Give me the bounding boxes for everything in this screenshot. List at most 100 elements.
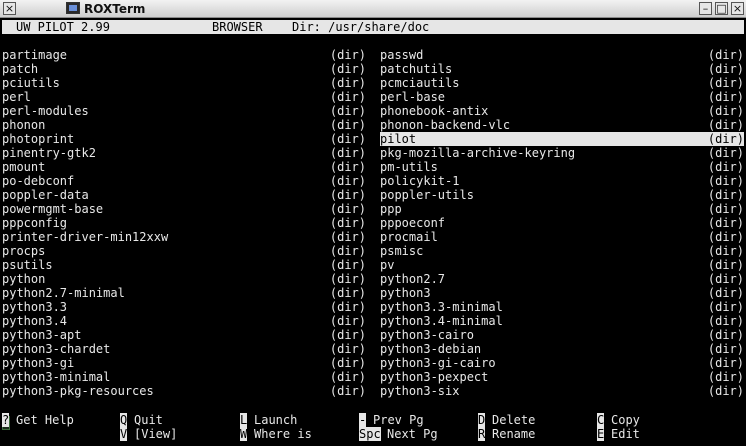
close-icon[interactable]: × [3, 2, 16, 15]
file-list-item[interactable]: po-debconf (dir) [2, 174, 366, 188]
terminal-screen[interactable]: UW PILOT 2.99 BROWSER Dir: /usr/share/do… [0, 18, 746, 446]
file-name: pciutils [2, 76, 60, 90]
file-list-item[interactable]: patchutils (dir) [380, 62, 744, 76]
file-name: partimage [2, 48, 68, 62]
file-list-item[interactable]: phonebook-antix (dir) [380, 104, 744, 118]
command-label: Edit [611, 427, 640, 441]
file-list-item[interactable]: python (dir) [2, 272, 366, 286]
file-type: (dir) [329, 370, 366, 384]
file-list-item[interactable]: python3.3 (dir) [2, 300, 366, 314]
file-list-item[interactable]: python3-minimal (dir) [2, 370, 366, 384]
file-list-item[interactable]: python3 (dir) [380, 286, 744, 300]
file-type: (dir) [707, 174, 744, 188]
file-name: pilot [380, 132, 417, 146]
file-type: (dir) [329, 62, 366, 76]
file-list-item[interactable]: python2.7 (dir) [380, 272, 744, 286]
mode-label: BROWSER [212, 20, 263, 34]
file-list-item[interactable]: python3-apt (dir) [2, 328, 366, 342]
file-type: (dir) [707, 258, 744, 272]
file-type: (dir) [329, 328, 366, 342]
file-list-item[interactable]: partimage (dir) [2, 48, 366, 62]
file-list-item[interactable]: pppoeconf (dir) [380, 216, 744, 230]
file-name: passwd [380, 48, 424, 62]
file-list-item[interactable]: python3-gi (dir) [2, 356, 366, 370]
window-title: ROXTerm [84, 2, 146, 16]
file-list-item[interactable]: pciutils (dir) [2, 76, 366, 90]
file-type: (dir) [707, 76, 744, 90]
file-list-item[interactable]: perl-modules (dir) [2, 104, 366, 118]
file-list-item[interactable]: photoprint (dir) [2, 132, 366, 146]
file-type: (dir) [707, 216, 744, 230]
pilot-status-bar: UW PILOT 2.99 BROWSER Dir: /usr/share/do… [2, 20, 744, 34]
file-list-item[interactable]: pmount (dir) [2, 160, 366, 174]
file-name: phonon [2, 118, 46, 132]
file-list-item[interactable]: python3-chardet (dir) [2, 342, 366, 356]
file-type: (dir) [329, 384, 366, 398]
file-list-item[interactable]: perl (dir) [2, 90, 366, 104]
command-label: [View] [134, 427, 178, 441]
file-type: (dir) [329, 300, 366, 314]
file-type: (dir) [329, 146, 366, 160]
file-name: python3-pkg-resources [2, 384, 154, 398]
file-list-item[interactable]: pv (dir) [380, 258, 744, 272]
file-name: patch [2, 62, 39, 76]
file-list-item[interactable]: python3-six (dir) [380, 384, 744, 398]
file-list-item[interactable]: powermgmt-base (dir) [2, 202, 366, 216]
file-list-item[interactable]: phonon (dir) [2, 118, 366, 132]
file-list-item[interactable]: procmail (dir) [380, 230, 744, 244]
file-type: (dir) [329, 244, 366, 258]
file-type: (dir) [329, 48, 366, 62]
file-list-item[interactable]: python3-pkg-resources (dir) [2, 384, 366, 398]
file-name: printer-driver-min12xxw [2, 230, 169, 244]
file-type: (dir) [707, 314, 744, 328]
command-label: Delete [492, 413, 536, 427]
command-key: D [478, 413, 486, 427]
command-label: Launch [254, 413, 298, 427]
file-list-item[interactable]: python3-debian (dir) [380, 342, 744, 356]
file-list-item[interactable]: printer-driver-min12xxw (dir) [2, 230, 366, 244]
file-list-item[interactable]: python3-cairo (dir) [380, 328, 744, 342]
file-name: pcmciautils [380, 76, 460, 90]
file-name: pppoeconf [380, 216, 446, 230]
file-list-item[interactable]: policykit-1 (dir) [380, 174, 744, 188]
file-type: (dir) [707, 384, 744, 398]
window-close-icon[interactable]: × [731, 2, 744, 15]
file-list-item[interactable]: patch (dir) [2, 62, 366, 76]
file-type: (dir) [329, 202, 366, 216]
file-list-item[interactable]: ppp (dir) [380, 202, 744, 216]
file-list-item[interactable]: poppler-data (dir) [2, 188, 366, 202]
file-list-item[interactable]: pkg-mozilla-archive-keyring (dir) [380, 146, 744, 160]
file-type: (dir) [707, 286, 744, 300]
file-list-item[interactable]: poppler-utils (dir) [380, 188, 744, 202]
minimize-icon[interactable]: – [699, 2, 712, 15]
file-list-item[interactable]: pinentry-gtk2 (dir) [2, 146, 366, 160]
file-list-item[interactable]: python3-gi-cairo (dir) [380, 356, 744, 370]
file-list-item[interactable]: passwd (dir) [380, 48, 744, 62]
file-list-item[interactable]: pilot (dir) [380, 132, 744, 146]
file-list-item[interactable]: procps (dir) [2, 244, 366, 258]
file-list-item[interactable]: python3.3-minimal (dir) [380, 300, 744, 314]
file-type: (dir) [707, 146, 744, 160]
terminal-app-icon [66, 2, 80, 14]
file-type: (dir) [329, 160, 366, 174]
file-list-item[interactable]: pm-utils (dir) [380, 160, 744, 174]
file-list-item[interactable]: pppconfig (dir) [2, 216, 366, 230]
file-list-item[interactable]: phonon-backend-vlc (dir) [380, 118, 744, 132]
file-name: pm-utils [380, 160, 438, 174]
file-type: (dir) [329, 132, 366, 146]
file-list-item[interactable]: python3.4 (dir) [2, 314, 366, 328]
file-type: (dir) [329, 104, 366, 118]
file-type: (dir) [707, 356, 744, 370]
file-list-item[interactable]: perl-base (dir) [380, 90, 744, 104]
file-list-item[interactable]: pcmciautils (dir) [380, 76, 744, 90]
file-list-item[interactable]: psmisc (dir) [380, 244, 744, 258]
file-list-item[interactable]: psutils (dir) [2, 258, 366, 272]
file-list-item[interactable]: python3-pexpect (dir) [380, 370, 744, 384]
file-type: (dir) [329, 118, 366, 132]
file-type: (dir) [707, 300, 744, 314]
file-list-item[interactable]: python2.7-minimal (dir) [2, 286, 366, 300]
file-list-item[interactable]: python3.4-minimal (dir) [380, 314, 744, 328]
title-bar[interactable]: × ROXTerm – □ × [0, 0, 746, 18]
maximize-icon[interactable]: □ [715, 2, 728, 15]
command-key: R [478, 427, 486, 441]
